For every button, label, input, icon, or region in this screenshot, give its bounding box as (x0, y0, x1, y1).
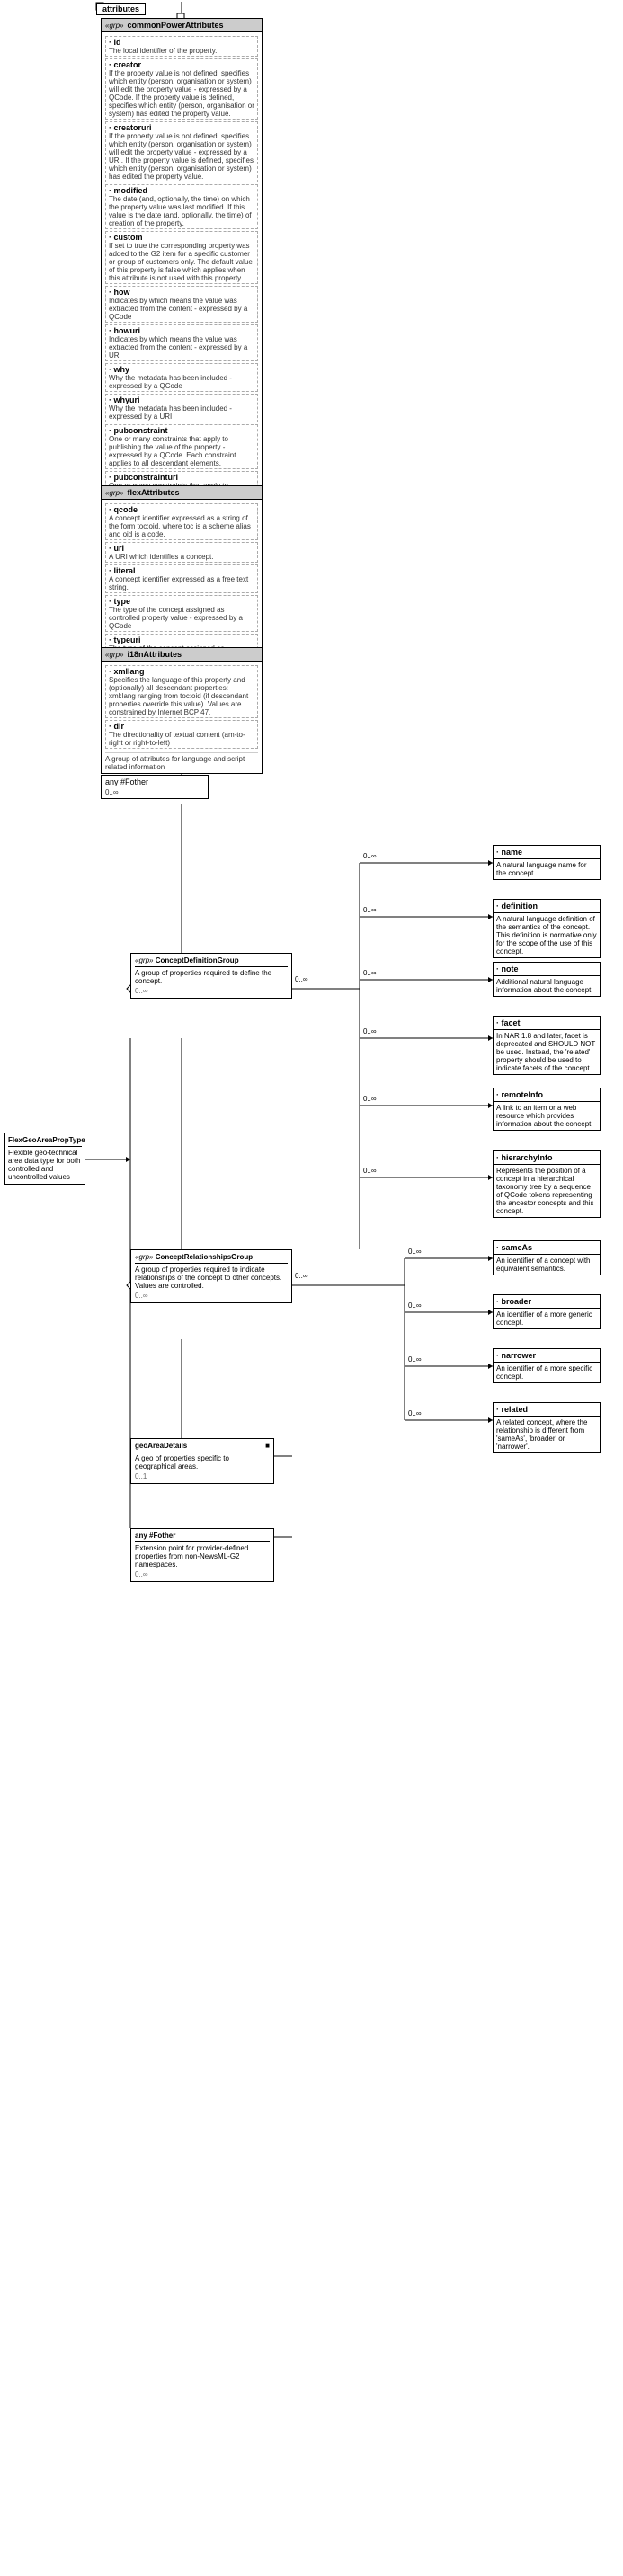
rb-name-header: · name (494, 846, 600, 859)
right-box-remote-info: · remoteInfo A link to an item or a web … (493, 1088, 601, 1131)
i18n-content: · xmllang Specifies the language of this… (102, 662, 262, 773)
rb-broader-header: · broader (494, 1295, 600, 1309)
i18n-header: «grp» i18nAttributes (102, 648, 262, 662)
i18n-title: i18nAttributes (127, 650, 182, 659)
cpa-title: commonPowerAttributes (127, 21, 223, 30)
field-how: · how Indicates by which means the value… (105, 286, 258, 323)
gad-multiplicity: 0..1 (135, 1472, 270, 1480)
rb-facet-header: · facet (494, 1017, 600, 1030)
right-box-note: · note Additional natural language infor… (493, 962, 601, 997)
i18n-footer: A group of attributes for language and s… (105, 752, 258, 771)
mult-narrower: 0..∞ (408, 1355, 422, 1364)
any-fother-top-label: any #Fother (105, 777, 148, 786)
attributes-label: attributes (96, 3, 146, 15)
cdg-header: «grp» ConceptDefinitionGroup (135, 956, 288, 967)
field-howuri: · howuri Indicates by which means the va… (105, 324, 258, 361)
fgapt-title: FlexGeoAreaPropType (8, 1136, 82, 1147)
field-why: · why Why the metadata has been included… (105, 363, 258, 392)
rb-note-desc: Additional natural language information … (494, 976, 600, 996)
i18n-stereotype: «grp» (105, 651, 123, 659)
crg-header: «grp» ConceptRelationshipsGroup (135, 1253, 288, 1264)
right-box-related: · related A related concept, where the r… (493, 1402, 601, 1453)
rb-related-desc: A related concept, where the relationshi… (494, 1417, 600, 1452)
field-pubconstraint: · pubconstraint One or many constraints … (105, 424, 258, 469)
field-dir: · dir The directionality of textual cont… (105, 720, 258, 749)
mult-hierarchy: 0..∞ (363, 1167, 377, 1175)
crg-title: ConceptRelationshipsGroup (156, 1253, 253, 1261)
any-fother-top-box: any #Fother 0..∞ (101, 775, 209, 799)
mult-related: 0..∞ (408, 1409, 422, 1417)
cpa-content: · id The local identifier of the propert… (102, 32, 262, 556)
concept-relationships-group-box: «grp» ConceptRelationshipsGroup A group … (130, 1249, 292, 1303)
rb-ri-header: · remoteInfo (494, 1088, 600, 1102)
field-modified: · modified The date (and, optionally, th… (105, 184, 258, 229)
mult-note: 0..∞ (363, 969, 377, 977)
gad-desc: A geo of properties specific to geograph… (135, 1454, 270, 1470)
right-box-same-as: · sameAs An identifier of a concept with… (493, 1240, 601, 1275)
rb-name-desc: A natural language name for the concept. (494, 859, 600, 879)
rb-note-header: · note (494, 963, 600, 976)
crg-desc: A group of properties required to indica… (135, 1266, 288, 1290)
mult-name: 0..∞ (363, 852, 377, 860)
cdg-title: ConceptDefinitionGroup (156, 956, 239, 964)
field-type: · type The type of the concept assigned … (105, 595, 258, 632)
right-box-definition: · definition A natural language definiti… (493, 899, 601, 958)
cdg-multiplicity: 0..∞ (135, 987, 288, 995)
common-power-attributes-box: «grp» commonPowerAttributes · id The loc… (101, 18, 263, 557)
field-id: · id The local identifier of the propert… (105, 36, 258, 57)
rb-sa-header: · sameAs (494, 1241, 600, 1255)
fa-stereotype: «grp» (105, 489, 123, 497)
mult-sameas: 0..∞ (408, 1248, 422, 1256)
rb-ri-desc: A link to an item or a web resource whic… (494, 1102, 600, 1130)
cdg-mult-label: 0..∞ (295, 975, 308, 983)
any-fother-bottom-box: any #Fother Extension point for provider… (130, 1528, 274, 1582)
afb-multiplicity: 0..∞ (135, 1570, 270, 1578)
field-creator: · creator If the property value is not d… (105, 58, 258, 120)
crg-multiplicity: 0..∞ (135, 1292, 288, 1300)
fgapt-desc: Flexible geo-technical area data type fo… (8, 1149, 82, 1181)
rb-related-header: · related (494, 1403, 600, 1417)
rb-narrower-desc: An identifier of a more specific concept… (494, 1363, 600, 1382)
mult-remote: 0..∞ (363, 1095, 377, 1103)
diagram-container: attributes «grp» commonPowerAttributes ·… (0, 0, 623, 2576)
rb-hi-desc: Represents the position of a concept in … (494, 1165, 600, 1217)
gad-header: geoAreaDetails ■ (135, 1442, 270, 1452)
fa-header: «grp» flexAttributes (102, 486, 262, 500)
gad-title: geoAreaDetails (135, 1442, 187, 1450)
mult-broader: 0..∞ (408, 1301, 422, 1310)
field-whyuri: · whyuri Why the metadata has been inclu… (105, 394, 258, 422)
field-literal: · literal A concept identifier expressed… (105, 564, 258, 593)
right-box-name: · name A natural language name for the c… (493, 845, 601, 880)
rb-def-desc: A natural language definition of the sem… (494, 913, 600, 957)
cpa-header: «grp» commonPowerAttributes (102, 19, 262, 32)
i18n-attributes-box: «grp» i18nAttributes · xmllang Specifies… (101, 647, 263, 774)
flex-geo-area-prop-type-box: FlexGeoAreaPropType Flexible geo-technic… (4, 1133, 85, 1185)
rb-narrower-header: · narrower (494, 1349, 600, 1363)
rb-facet-desc: In NAR 1.8 and later, facet is deprecate… (494, 1030, 600, 1074)
cpa-stereotype: «grp» (105, 22, 123, 30)
right-box-broader: · broader An identifier of a more generi… (493, 1294, 601, 1329)
field-qcode: · qcode A concept identifier expressed a… (105, 503, 258, 540)
concept-definition-group-box: «grp» ConceptDefinitionGroup A group of … (130, 953, 292, 999)
right-box-facet: · facet In NAR 1.8 and later, facet is d… (493, 1016, 601, 1075)
rb-broader-desc: An identifier of a more generic concept. (494, 1309, 600, 1328)
afb-title: any #Fother (135, 1532, 270, 1542)
field-custom: · custom If set to true the correspondin… (105, 231, 258, 284)
field-creatoruri: · creatoruri If the property value is no… (105, 121, 258, 182)
geo-area-details-box: geoAreaDetails ■ A geo of properties spe… (130, 1438, 274, 1484)
crg-mult-label: 0..∞ (295, 1272, 308, 1280)
afb-desc: Extension point for provider-defined pro… (135, 1544, 270, 1568)
rb-def-header: · definition (494, 900, 600, 913)
field-uri: · uri A URI which identifies a concept. (105, 542, 258, 563)
rb-hi-header: · hierarchyInfo (494, 1151, 600, 1165)
fa-title: flexAttributes (127, 488, 179, 497)
rb-sa-desc: An identifier of a concept with equivale… (494, 1255, 600, 1275)
any-fother-top-multiplicity: 0..∞ (105, 788, 204, 796)
right-box-hierarchy-info: · hierarchyInfo Represents the position … (493, 1150, 601, 1218)
right-box-narrower: · narrower An identifier of a more speci… (493, 1348, 601, 1383)
field-xmllang: · xmllang Specifies the language of this… (105, 665, 258, 718)
cdg-desc: A group of properties required to define… (135, 969, 288, 985)
mult-facet: 0..∞ (363, 1027, 377, 1035)
mult-def: 0..∞ (363, 906, 377, 914)
